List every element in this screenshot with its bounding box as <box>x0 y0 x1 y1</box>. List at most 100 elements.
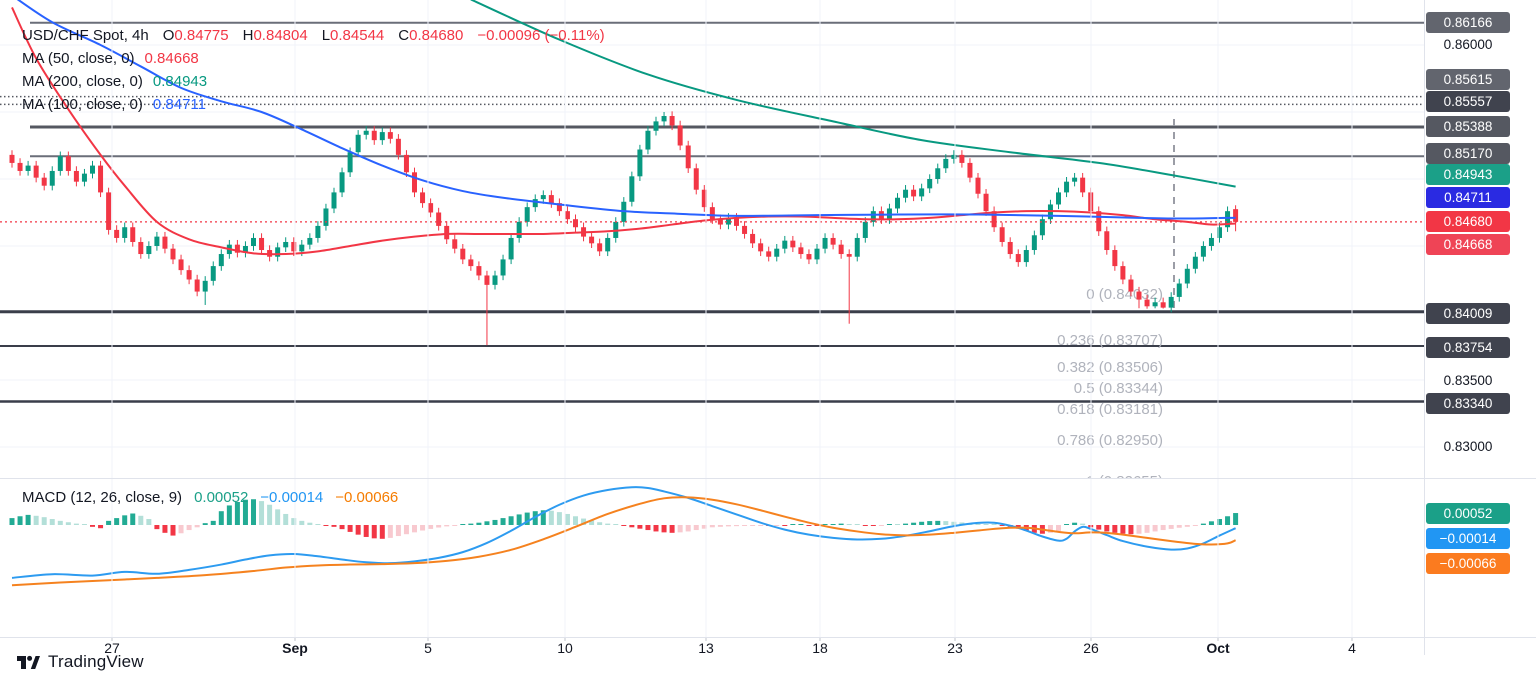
candle-body <box>42 178 47 186</box>
macd-legend-row[interactable]: MACD (12, 26, close, 9) 0.00052 −0.00014… <box>22 489 398 506</box>
pane-separator[interactable] <box>0 478 1536 479</box>
macd-histogram-bar <box>66 522 71 525</box>
candle-body <box>541 195 546 199</box>
macd-histogram-bar <box>758 525 763 526</box>
candle-body <box>251 238 256 246</box>
candle-body <box>436 213 441 226</box>
macd-histogram-bar <box>750 525 755 526</box>
macd-histogram-bar <box>774 525 779 526</box>
fib-level-label[interactable]: 0.786 (0.82950) <box>1057 432 1163 449</box>
candle-body <box>388 132 393 139</box>
macd-histogram-bar <box>1064 524 1069 525</box>
candle-body <box>82 174 87 182</box>
macd-histogram-bar <box>356 525 361 535</box>
symbol-ohlc-row[interactable]: USD/CHF Spot, 4h O0.84775 H0.84804 L0.84… <box>22 24 605 47</box>
macd-histogram-bar <box>621 525 626 526</box>
fib-level-label[interactable]: 0.5 (0.83344) <box>1074 380 1163 397</box>
candle-body <box>1209 238 1214 246</box>
candle-body <box>98 166 103 193</box>
candle-body <box>412 172 417 192</box>
macd-histogram-bar <box>412 525 417 532</box>
candle-body <box>911 190 916 197</box>
macd-histogram-bar <box>82 524 87 525</box>
macd-histogram-bar <box>476 523 481 525</box>
macd-histogram-bar <box>1080 524 1085 525</box>
time-axis-label: 13 <box>676 640 736 656</box>
macd-histogram-bar <box>1145 525 1150 533</box>
macd-histogram-bar <box>171 525 176 536</box>
candle-body <box>670 116 675 125</box>
candle-body <box>1177 284 1182 297</box>
macd-histogram-bar <box>348 525 353 532</box>
symbol-title: USD/CHF Spot, 4h <box>22 24 149 47</box>
candle-body <box>629 176 634 201</box>
candle-body <box>863 222 868 238</box>
macd-histogram-bar <box>138 516 143 525</box>
time-axis-label: Oct <box>1188 640 1248 656</box>
macd-histogram-bar <box>670 525 675 533</box>
macd-histogram-bar <box>211 521 216 525</box>
fib-level-label[interactable]: 0.236 (0.83707) <box>1057 332 1163 349</box>
candle-body <box>565 211 570 219</box>
candle-body <box>597 243 602 251</box>
macd-histogram-bar <box>831 524 836 525</box>
price-axis[interactable]: 0.861660.856150.855570.853880.851700.849… <box>1425 0 1536 658</box>
macd-histogram-bar <box>654 525 659 531</box>
macd-histogram-bar <box>1233 513 1238 525</box>
macd-histogram-bar <box>645 525 650 530</box>
fib-level-label[interactable]: 0.618 (0.83181) <box>1057 401 1163 418</box>
tradingview-branding[interactable]: TradingView <box>16 652 144 672</box>
ma50-label: MA (50, close, 0) <box>22 47 135 70</box>
macd-histogram-bar <box>26 515 31 525</box>
price-axis-badge: 0.84711 <box>1426 187 1510 208</box>
candle-body <box>356 135 361 152</box>
candle-body <box>1137 292 1142 300</box>
macd-histogram-bar <box>1193 525 1198 526</box>
macd-signal-line[interactable] <box>12 497 1236 585</box>
macd-histogram-bar <box>162 525 167 533</box>
price-axis-badge: 0.84009 <box>1426 303 1510 324</box>
macd-histogram-bar <box>74 524 79 525</box>
macd-axis-badge: −0.00066 <box>1426 553 1510 574</box>
macd-histogram-bar <box>154 525 159 529</box>
macd-histogram-bar <box>1096 525 1101 530</box>
candle-body <box>1233 209 1238 222</box>
candle-body <box>203 281 208 292</box>
candle-body <box>1161 302 1166 307</box>
candle-body <box>509 238 514 259</box>
candle-body <box>525 207 530 222</box>
macd-histogram-bar <box>678 525 683 532</box>
candle-body <box>364 131 369 135</box>
candle-body <box>903 190 908 198</box>
price-axis-badge: 0.85170 <box>1426 143 1510 164</box>
candle-body <box>315 226 320 238</box>
candle-body <box>935 168 940 179</box>
candle-body <box>839 245 844 254</box>
fib-level-label[interactable]: 0 (0.84032) <box>1086 286 1163 303</box>
ma200-value: 0.84943 <box>153 70 207 93</box>
ma100-legend-row[interactable]: MA (100, close, 0) 0.84711 <box>22 93 605 116</box>
macd-histogram-bar <box>1161 525 1166 530</box>
macd-histogram-bar <box>1104 525 1109 531</box>
macd-histogram-bar <box>501 518 506 525</box>
candle-body <box>299 245 304 252</box>
macd-histogram-bar <box>629 525 634 527</box>
tradingview-chart-window: { "header": { "title": "USD/CHF Spot, 4h… <box>0 0 1536 685</box>
macd-histogram-bar <box>42 517 47 525</box>
macd-histogram-bar <box>1177 525 1182 528</box>
candle-body <box>484 275 489 284</box>
ma200-legend-row[interactable]: MA (200, close, 0) 0.84943 <box>22 70 605 93</box>
macd-histogram-bar <box>58 521 63 525</box>
macd-histogram-bar <box>315 524 320 525</box>
macd-histogram-bar <box>798 524 803 525</box>
fib-level-label[interactable]: 1 (0.82655) <box>1086 473 1163 490</box>
candle-body <box>283 242 288 247</box>
candle-body <box>1024 250 1029 262</box>
time-axis[interactable]: 27Sep51013182326Oct4 <box>0 637 1424 659</box>
fib-level-label[interactable]: 0.382 (0.83506) <box>1057 359 1163 376</box>
ma50-legend-row[interactable]: MA (50, close, 0) 0.84668 <box>22 47 605 70</box>
macd-histogram-bar <box>790 524 795 525</box>
macd-histogram-bar <box>219 511 224 525</box>
candle-body <box>847 254 852 257</box>
candle-body <box>549 195 554 203</box>
